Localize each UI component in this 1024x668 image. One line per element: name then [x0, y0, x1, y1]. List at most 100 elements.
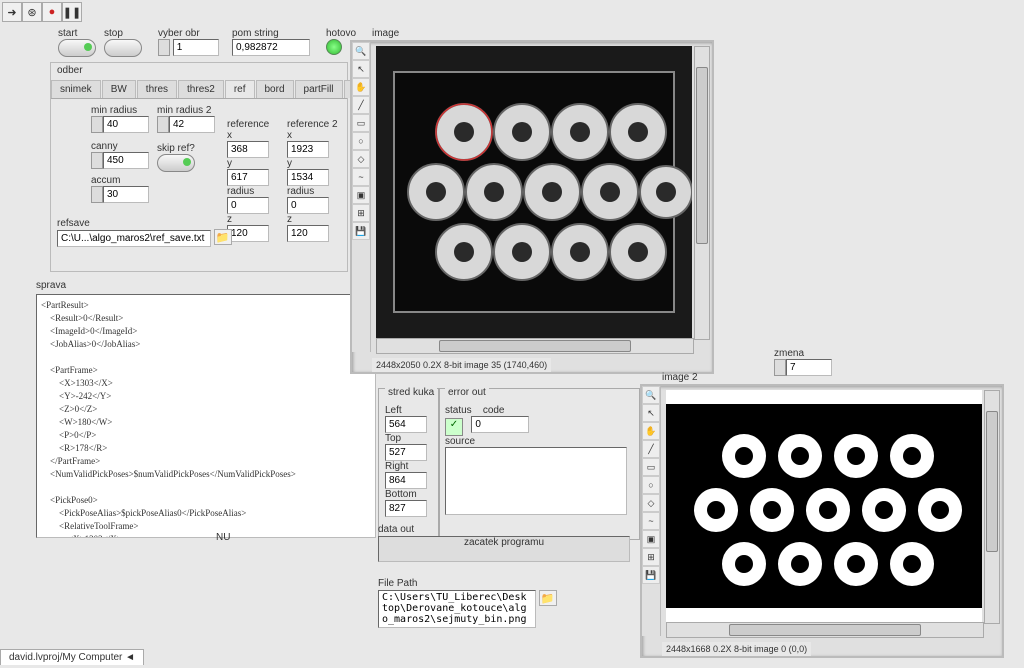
ref2-y-input[interactable]: [287, 169, 329, 186]
accum-label: accum: [91, 175, 120, 186]
xml-footer: NU: [216, 532, 230, 543]
ref-x-input[interactable]: [227, 141, 269, 158]
image2-label: image 2: [662, 372, 698, 383]
left-input[interactable]: [385, 416, 427, 433]
ref-z-input[interactable]: [227, 225, 269, 242]
tab-partfill[interactable]: partFill: [295, 80, 343, 98]
code-label: code: [483, 405, 505, 416]
line-icon[interactable]: ╱: [352, 96, 370, 114]
image1-view[interactable]: [376, 46, 692, 338]
zoom-icon[interactable]: 🔍: [352, 42, 370, 60]
start-label: start: [58, 28, 77, 39]
xml-viewer[interactable]: <PartResult> <Result>0</Result> <ImageId…: [36, 294, 376, 538]
filepath-folder-icon[interactable]: 📁: [539, 590, 557, 606]
project-tab[interactable]: david.lvproj/My Computer ◄: [0, 649, 144, 665]
min-radius-label: min radius: [91, 105, 137, 116]
bottom-input[interactable]: [385, 500, 427, 517]
min-radius2-label: min radius 2: [157, 105, 211, 116]
ref-y-input[interactable]: [227, 169, 269, 186]
image2-vscroll[interactable]: [984, 390, 1000, 624]
code-input[interactable]: [471, 416, 529, 433]
refsave-input[interactable]: [57, 230, 211, 247]
stop-button[interactable]: [104, 39, 142, 57]
pan-icon[interactable]: ⊞: [642, 548, 660, 566]
source-textarea[interactable]: [445, 447, 627, 515]
pointer-icon[interactable]: ↖: [642, 404, 660, 422]
image1-status: 2448x2050 0.2X 8-bit image 35 (1740,460): [372, 358, 551, 372]
start-button[interactable]: [58, 39, 96, 57]
tab-snimek[interactable]: snimek: [51, 80, 101, 98]
min-radius2-input[interactable]: [169, 116, 215, 133]
hotovo-led: [326, 39, 342, 55]
image1-hscroll[interactable]: [376, 338, 694, 354]
ref2-radius-input[interactable]: [287, 197, 329, 214]
accum-spinner[interactable]: [91, 186, 103, 203]
pause-icon[interactable]: ❚❚: [62, 2, 82, 22]
annot-icon[interactable]: ▣: [352, 186, 370, 204]
abort-icon[interactable]: ●: [42, 2, 62, 22]
tab-bw[interactable]: BW: [102, 80, 136, 98]
image1-toolbar: 🔍 ↖ ✋ ╱ ▭ ○ ◇ ~ ▣ ⊞ 💾: [352, 42, 371, 352]
status-ok-icon: ✓: [445, 418, 463, 436]
stop-label: stop: [104, 28, 123, 39]
ref2-z-input[interactable]: [287, 225, 329, 242]
right-label: Right: [385, 461, 433, 472]
run-icon[interactable]: ➜: [2, 2, 22, 22]
zmena-input[interactable]: [786, 359, 832, 376]
poly-icon[interactable]: ◇: [642, 494, 660, 512]
image2-hscroll[interactable]: [666, 622, 984, 638]
tab-thres[interactable]: thres: [137, 80, 177, 98]
tab-ref[interactable]: ref: [225, 80, 255, 98]
ref-x-label: x: [227, 130, 232, 141]
oval-icon[interactable]: ○: [352, 132, 370, 150]
accum-input[interactable]: [103, 186, 149, 203]
skip-button[interactable]: [157, 154, 195, 172]
image1-vscroll[interactable]: [694, 46, 710, 340]
run-continuous-icon[interactable]: ⊛: [22, 2, 42, 22]
rect-icon[interactable]: ▭: [642, 458, 660, 476]
right-input[interactable]: [385, 472, 427, 489]
poly-icon[interactable]: ◇: [352, 150, 370, 168]
tab-thres2[interactable]: thres2: [178, 80, 224, 98]
stred-kuka-group: stred kuka Left Top Right Bottom: [378, 388, 440, 540]
free-icon[interactable]: ~: [642, 512, 660, 530]
annot-icon[interactable]: ▣: [642, 530, 660, 548]
pan-icon[interactable]: ⊞: [352, 204, 370, 222]
min-radius-spinner[interactable]: [91, 116, 103, 133]
image2-toolbar: 🔍 ↖ ✋ ╱ ▭ ○ ◇ ~ ▣ ⊞ 💾: [642, 386, 661, 636]
tab-bord[interactable]: bord: [256, 80, 294, 98]
top-input[interactable]: [385, 444, 427, 461]
canny-spinner[interactable]: [91, 152, 103, 169]
pointer-icon[interactable]: ↖: [352, 60, 370, 78]
pom-input[interactable]: [232, 39, 310, 56]
ref2-radius-label: radius: [287, 186, 314, 197]
image2-view[interactable]: [666, 390, 982, 622]
canny-input[interactable]: [103, 152, 149, 169]
line-icon[interactable]: ╱: [642, 440, 660, 458]
min-radius-input[interactable]: [103, 116, 149, 133]
error-title: error out: [445, 387, 489, 398]
image2-container: 🔍 ↖ ✋ ╱ ▭ ○ ◇ ~ ▣ ⊞ 💾 2448x1: [640, 384, 1004, 658]
oval-icon[interactable]: ○: [642, 476, 660, 494]
error-out-group: error out status code ✓ source: [438, 388, 640, 540]
filepath-input[interactable]: C:\Users\TU_Liberec\Desktop\Derovane_kot…: [378, 590, 536, 628]
refsave-label: refsave: [57, 218, 90, 229]
ref2-x-input[interactable]: [287, 141, 329, 158]
image1-label: image: [372, 28, 399, 39]
rect-icon[interactable]: ▭: [352, 114, 370, 132]
ref-radius-input[interactable]: [227, 197, 269, 214]
vyber-input[interactable]: [173, 39, 219, 56]
save-icon[interactable]: 💾: [352, 222, 370, 240]
min-radius2-spinner[interactable]: [157, 116, 169, 133]
folder-icon[interactable]: 📁: [214, 229, 232, 245]
save-icon[interactable]: 💾: [642, 566, 660, 584]
hand-icon[interactable]: ✋: [642, 422, 660, 440]
odber-title: odber: [51, 63, 347, 78]
zmena-spinner[interactable]: [774, 359, 786, 376]
free-icon[interactable]: ~: [352, 168, 370, 186]
hand-icon[interactable]: ✋: [352, 78, 370, 96]
image1-container: 🔍 ↖ ✋ ╱ ▭ ○ ◇ ~ ▣ ⊞ 💾: [350, 40, 714, 374]
zoom-icon[interactable]: 🔍: [642, 386, 660, 404]
vyber-spinner[interactable]: [158, 39, 170, 56]
zmena-label: zmena: [774, 348, 804, 359]
